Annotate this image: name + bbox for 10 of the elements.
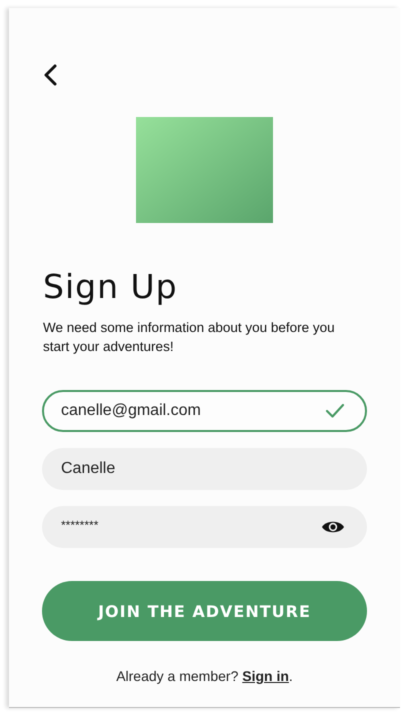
back-icon[interactable] xyxy=(43,64,57,86)
sign-in-link[interactable]: Sign in xyxy=(242,668,289,684)
email-field[interactable]: canelle@gmail.com xyxy=(42,390,367,432)
subtitle-text: We need some information about you before you start your adventures! xyxy=(43,319,336,356)
page-title: Sign Up xyxy=(43,267,179,306)
eye-icon[interactable] xyxy=(321,519,345,535)
sign-in-prompt: Already a member? Sign in. xyxy=(115,668,294,684)
password-field[interactable]: ******** xyxy=(42,506,367,548)
name-field[interactable]: Canelle xyxy=(42,448,367,490)
checkmark-icon xyxy=(325,403,345,419)
